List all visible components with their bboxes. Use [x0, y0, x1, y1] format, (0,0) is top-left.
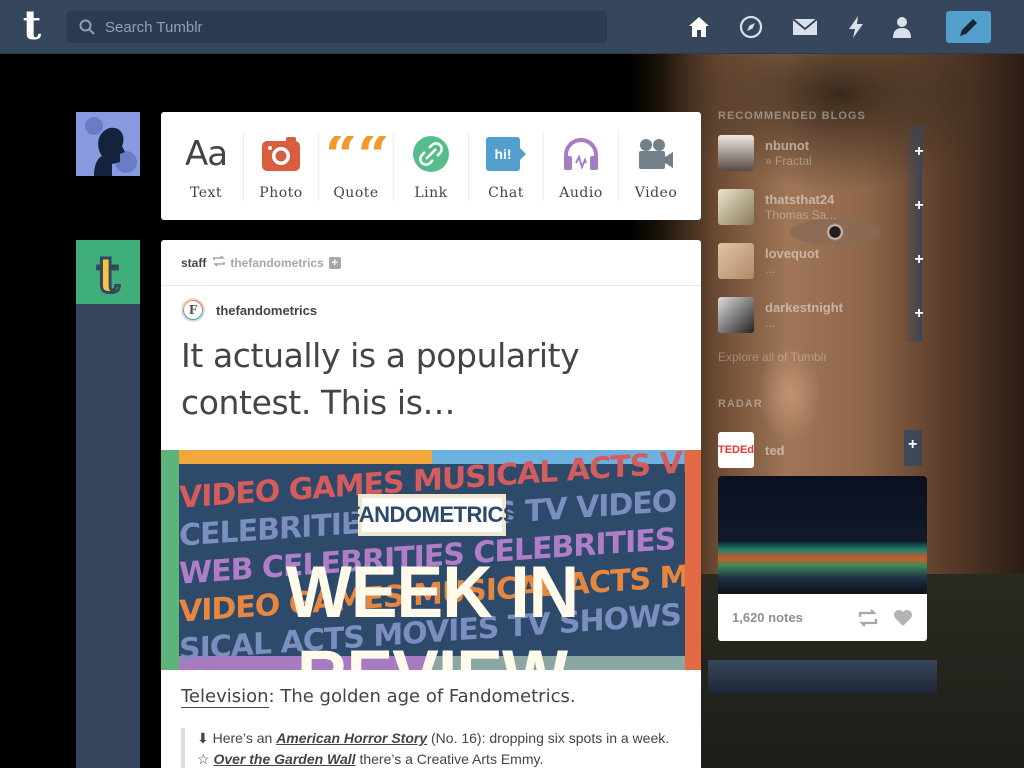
text-icon: Aa [184, 134, 228, 174]
radar-blog[interactable]: TEDEd ted + [718, 430, 938, 470]
recommended-blogs: RECOMMENDED BLOGS nbunot» Fractal + that… [718, 110, 938, 364]
post-quote-button[interactable]: ““ Quote [325, 131, 387, 201]
post-type-label: Text [189, 185, 223, 201]
quote-link[interactable]: Over the Garden Wall [213, 751, 355, 767]
svg-text:t: t [96, 245, 119, 304]
post-chat-button[interactable]: hi! Chat [475, 131, 537, 201]
explore-link[interactable]: Explore all of Tumblr [718, 350, 938, 364]
follow-plus-icon[interactable]: + [904, 305, 934, 323]
post-title: It actually is a popularity contest. Thi… [181, 336, 580, 422]
quote-icon: ““ [325, 136, 387, 172]
source-link[interactable]: thefandometrics [230, 256, 323, 270]
follow-plus-icon[interactable]: + [904, 197, 934, 215]
blog-avatar[interactable] [718, 243, 754, 279]
radar-blog-name[interactable]: ted [765, 443, 785, 458]
banner-headline: WEEK IN REVIEW [285, 551, 579, 670]
top-bar: t [0, 0, 1024, 54]
post-subheading: Television: The golden age of Fandometri… [181, 686, 576, 708]
radar-post-card[interactable]: 1,620 notes [718, 476, 927, 641]
dashboard-post: staff thefandometrics + F thefandometric… [161, 240, 701, 768]
post-link-button[interactable]: Link [400, 131, 462, 201]
recommended-blog-item[interactable]: lovequot... + [718, 234, 938, 288]
quote-link[interactable]: American Horror Story [276, 730, 427, 746]
notes-count[interactable]: 1,620 notes [732, 610, 857, 625]
compose-icon [959, 19, 977, 36]
reblogger-link[interactable]: staff [181, 256, 206, 270]
blog-avatar[interactable] [718, 135, 754, 171]
follow-plus-icon[interactable]: + [904, 143, 934, 161]
blog-avatar[interactable] [718, 189, 754, 225]
staff-sidebar-strip [76, 304, 140, 768]
like-heart-icon[interactable] [893, 609, 913, 627]
post-type-bar: Aa Text Photo ““ Quote Link hi! Chat Aud… [161, 112, 701, 220]
tumblr-logo[interactable]: t [15, 6, 49, 46]
search-input[interactable] [105, 18, 585, 36]
compose-button[interactable] [946, 11, 991, 43]
recommended-blog-item[interactable]: nbunot» Fractal + [718, 126, 938, 180]
post-type-label: Video [634, 185, 678, 201]
home-icon[interactable] [686, 14, 712, 40]
search-icon [79, 19, 95, 35]
post-blockquote: ⬇ Here’s an American Horror Story (No. 1… [181, 728, 681, 768]
follow-plus-icon[interactable]: + [328, 256, 341, 269]
account-icon[interactable] [889, 14, 915, 40]
video-icon [625, 131, 687, 177]
user-avatar[interactable] [76, 112, 140, 176]
blog-avatar[interactable] [718, 297, 754, 333]
author-avatar[interactable]: F [181, 298, 205, 322]
activity-icon[interactable] [843, 14, 869, 40]
inbox-icon[interactable] [792, 14, 818, 40]
post-type-label: Link [414, 185, 448, 201]
banner-chip: FANDOMETRICS [347, 494, 518, 536]
post-type-label: Chat [488, 185, 524, 201]
post-type-label: Audio [559, 185, 603, 201]
post-photo-button[interactable]: Photo [250, 131, 312, 201]
radar-image[interactable] [718, 476, 927, 594]
radar-title: RADAR [718, 398, 763, 410]
follow-plus-icon[interactable]: + [908, 436, 917, 454]
reblog-icon[interactable] [857, 608, 879, 627]
author-name[interactable]: thefandometrics [216, 303, 317, 318]
recommended-title: RECOMMENDED BLOGS [718, 110, 866, 122]
subhead-link[interactable]: Television [181, 686, 269, 708]
post-type-label: Photo [259, 185, 303, 201]
search-bar[interactable] [67, 11, 607, 43]
audio-icon [550, 131, 612, 177]
post-text-button[interactable]: Aa Text [175, 131, 237, 201]
radar-avatar[interactable]: TEDEd [718, 432, 754, 468]
post-header: staff thefandometrics + [161, 240, 701, 286]
recommended-blog-item[interactable]: thatsthat24 Thomas Sa... + [718, 180, 938, 234]
chat-icon: hi! [475, 131, 537, 177]
post-audio-button[interactable]: Audio [550, 131, 612, 201]
photo-icon [250, 131, 312, 177]
reblog-icon [212, 255, 226, 270]
post-type-label: Quote [333, 185, 379, 201]
follow-plus-icon[interactable]: + [904, 251, 934, 269]
staff-avatar[interactable]: t [76, 240, 140, 304]
sidebar-fade [708, 660, 937, 694]
link-icon [400, 131, 462, 177]
post-banner-image[interactable]: VIDEO GAMES MUSICAL ACTS VIDEO CELEBRITI… [161, 450, 701, 670]
dashboard: t t Aa Text [0, 0, 1024, 768]
post-video-button[interactable]: Video [625, 131, 687, 201]
quote-line: ⬇ Here’s an American Horror Story (No. 1… [197, 730, 670, 746]
explore-icon[interactable] [738, 14, 764, 40]
quote-line: ☆ Over the Garden Wall there’s a Creativ… [197, 751, 544, 767]
post-author: F thefandometrics [161, 286, 701, 322]
recommended-blog-item[interactable]: darkestnight... + [718, 288, 938, 342]
